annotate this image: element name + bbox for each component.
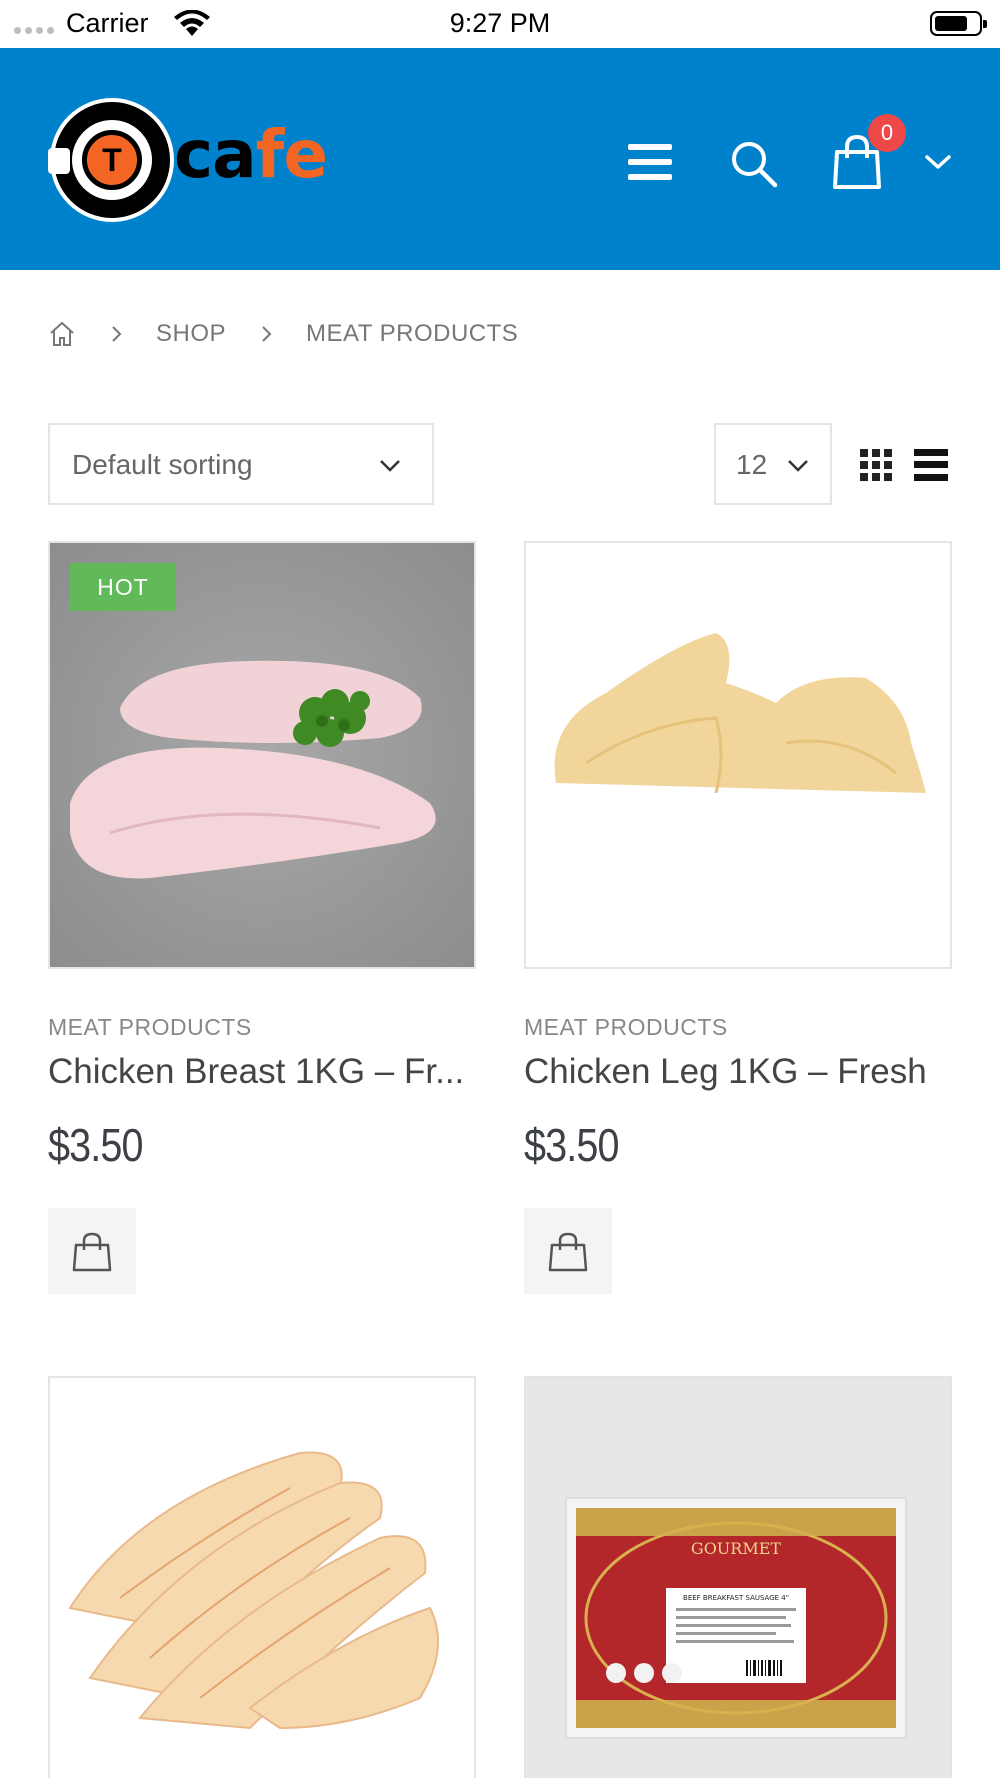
chevron-right-icon xyxy=(112,326,122,342)
product-image-beef-sausage[interactable]: GOURMET BEEF BREAKFAST SAUSAGE 4" xyxy=(524,1376,952,1778)
grid-view-icon[interactable] xyxy=(860,449,892,481)
product-title[interactable]: Chicken Breast 1KG – Fr... xyxy=(48,1052,478,1092)
breadcrumb-shop-link[interactable]: SHOP xyxy=(156,320,226,348)
sort-value: Default sorting xyxy=(72,449,253,480)
home-icon[interactable] xyxy=(48,320,76,348)
cart-count-badge: 0 xyxy=(868,114,906,152)
pack-brand-text: GOURMET xyxy=(691,1539,781,1558)
chevron-down-icon xyxy=(788,460,808,472)
status-bar: Carrier 9:27 PM xyxy=(0,0,1000,48)
chevron-down-icon xyxy=(380,460,400,472)
per-page-select[interactable]: 12 xyxy=(714,423,832,505)
per-page-value: 12 xyxy=(736,449,768,480)
hamburger-menu-icon[interactable] xyxy=(628,144,672,180)
list-view-icon[interactable] xyxy=(914,449,948,481)
logo-mark: T xyxy=(48,98,174,222)
product-price: $3.50 xyxy=(48,1119,144,1171)
shopping-bag-icon xyxy=(72,1232,112,1272)
product-category[interactable]: MEAT PRODUCTS xyxy=(524,1014,728,1041)
product-image-chicken-leg[interactable] xyxy=(524,541,952,969)
add-to-cart-button[interactable] xyxy=(524,1208,612,1294)
hot-badge: HOT xyxy=(70,563,176,611)
chevron-right-icon xyxy=(262,326,272,342)
product-title[interactable]: Chicken Leg 1KG – Fresh xyxy=(524,1052,954,1092)
pack-label-text: BEEF BREAKFAST SAUSAGE 4" xyxy=(683,1594,789,1602)
logo-wordmark: cafe xyxy=(174,116,328,193)
chevron-down-icon[interactable] xyxy=(924,152,952,172)
breadcrumb: SHOP MEAT PRODUCTS xyxy=(48,314,518,354)
product-price: $3.50 xyxy=(524,1119,620,1171)
breadcrumb-current: MEAT PRODUCTS xyxy=(306,320,519,347)
product-image-chicken-wings[interactable] xyxy=(48,1376,476,1778)
battery-icon xyxy=(930,11,987,36)
search-icon[interactable] xyxy=(730,140,778,188)
add-to-cart-button[interactable] xyxy=(48,1208,136,1294)
sort-select[interactable]: Default sorting xyxy=(48,423,434,505)
product-category[interactable]: MEAT PRODUCTS xyxy=(48,1014,252,1041)
site-logo[interactable]: T cafe xyxy=(48,98,328,223)
status-time: 9:27 PM xyxy=(449,8,551,38)
shopping-bag-icon xyxy=(548,1232,588,1272)
site-header: T cafe 0 xyxy=(0,48,1000,270)
